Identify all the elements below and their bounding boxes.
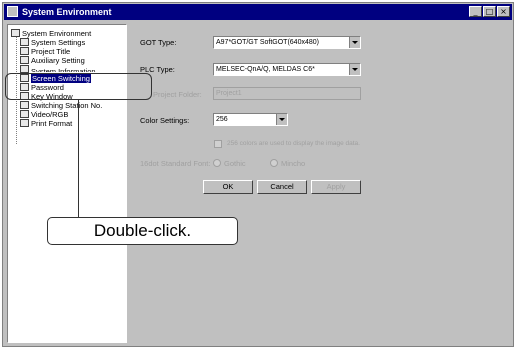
- screen-switching-highlight: [5, 73, 152, 100]
- mincho-label: Mincho: [281, 159, 306, 168]
- color-settings-label: Color Settings:: [140, 116, 190, 125]
- print-icon: [20, 119, 29, 127]
- mincho-radio: [270, 159, 278, 167]
- color-checkbox-label: 256 colors are used to display the image…: [227, 140, 360, 147]
- title-icon: [20, 47, 29, 55]
- info-icon: [20, 65, 29, 73]
- title-bar[interactable]: System Environment _ □ ×: [4, 4, 512, 20]
- chevron-down-icon[interactable]: [349, 37, 360, 48]
- color-settings-select[interactable]: 256: [213, 113, 288, 126]
- window-title: System Environment: [22, 7, 112, 17]
- callout-pointer: [78, 100, 79, 217]
- tree-item-print-format[interactable]: Print Format: [20, 118, 72, 128]
- plc-type-select[interactable]: MELSEC-QnA/Q, MELDAS C6*: [213, 63, 361, 76]
- chevron-down-icon[interactable]: [276, 114, 287, 125]
- gothic-label: Gothic: [224, 159, 246, 168]
- video-icon: [20, 110, 29, 118]
- gothic-radio: [213, 159, 221, 167]
- project-folder-field: Project1: [213, 87, 361, 100]
- minimize-button[interactable]: _: [469, 6, 482, 17]
- auxiliary-icon: [20, 56, 29, 64]
- got-type-label: GOT Type:: [140, 38, 177, 47]
- settings-tree[interactable]: System Environment System Settings Proje…: [7, 24, 127, 343]
- settings-icon: [20, 38, 29, 46]
- chevron-down-icon[interactable]: [349, 64, 360, 75]
- close-button[interactable]: ×: [497, 6, 510, 17]
- system-icon: [11, 29, 20, 37]
- double-click-callout: Double-click.: [47, 217, 238, 245]
- station-icon: [20, 101, 29, 109]
- apply-button: Apply: [311, 180, 361, 194]
- ok-button[interactable]: OK: [203, 180, 253, 194]
- project-folder-label: Project Folder:: [153, 90, 202, 99]
- cancel-button[interactable]: Cancel: [257, 180, 307, 194]
- maximize-button[interactable]: □: [483, 6, 496, 17]
- color-checkbox: [214, 140, 222, 148]
- got-type-select[interactable]: A97*GOT/GT SoftGOT(640x480): [213, 36, 361, 49]
- window-icon: [7, 6, 18, 17]
- font-label: 16dot Standard Font:: [140, 159, 211, 168]
